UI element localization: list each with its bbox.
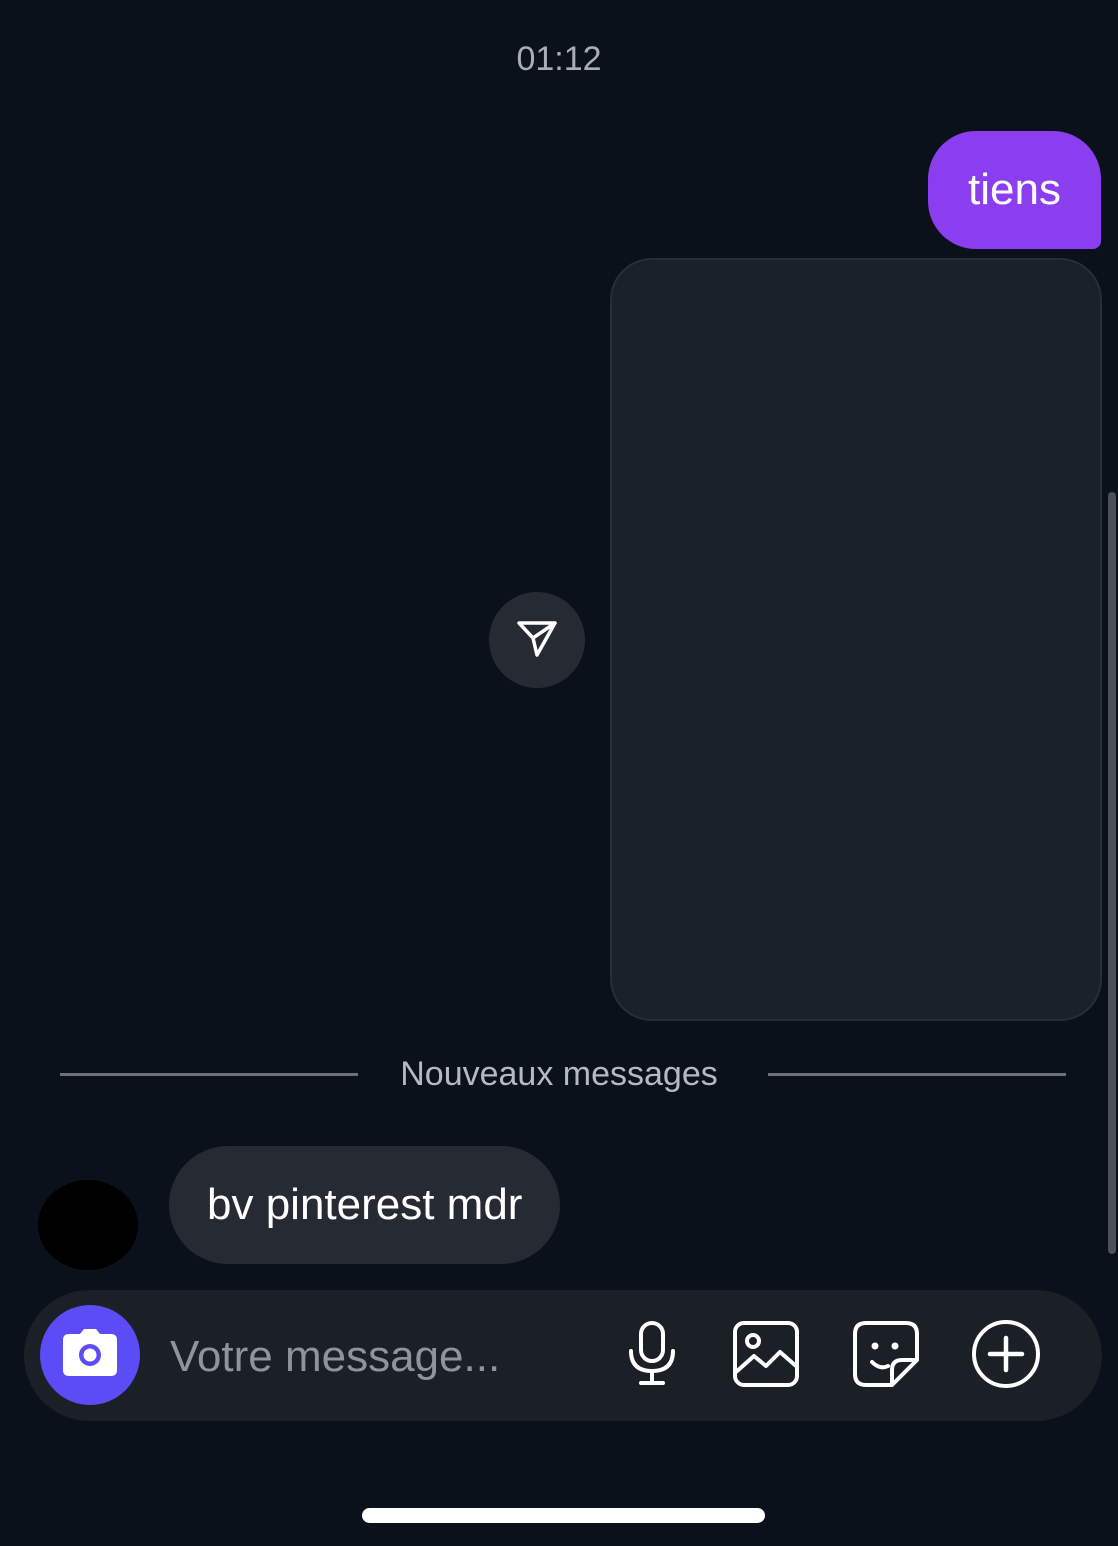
message-composer <box>24 1290 1102 1421</box>
send-icon <box>513 614 561 667</box>
message-input[interactable] <box>168 1318 572 1396</box>
scrollbar[interactable] <box>1108 492 1116 1254</box>
microphone-icon <box>622 1320 682 1393</box>
gallery-button[interactable] <box>730 1320 802 1392</box>
more-button[interactable] <box>970 1318 1042 1395</box>
avatar[interactable] <box>38 1180 138 1270</box>
share-button[interactable] <box>489 592 585 688</box>
incoming-message-bubble[interactable]: bv pinterest mdr <box>169 1146 561 1264</box>
sticker-button[interactable] <box>850 1320 922 1392</box>
sticker-icon <box>852 1320 920 1393</box>
microphone-button[interactable] <box>616 1320 688 1392</box>
plus-circle-icon <box>970 1318 1042 1395</box>
camera-icon <box>61 1328 119 1383</box>
image-icon <box>732 1320 800 1393</box>
message-timestamp: 01:12 <box>516 40 602 78</box>
outgoing-message-bubble[interactable]: tiens <box>928 131 1101 249</box>
camera-button[interactable] <box>40 1305 140 1405</box>
divider-right <box>768 1073 1066 1076</box>
home-indicator[interactable] <box>362 1508 765 1523</box>
media-attachment-placeholder[interactable] <box>610 258 1102 1021</box>
